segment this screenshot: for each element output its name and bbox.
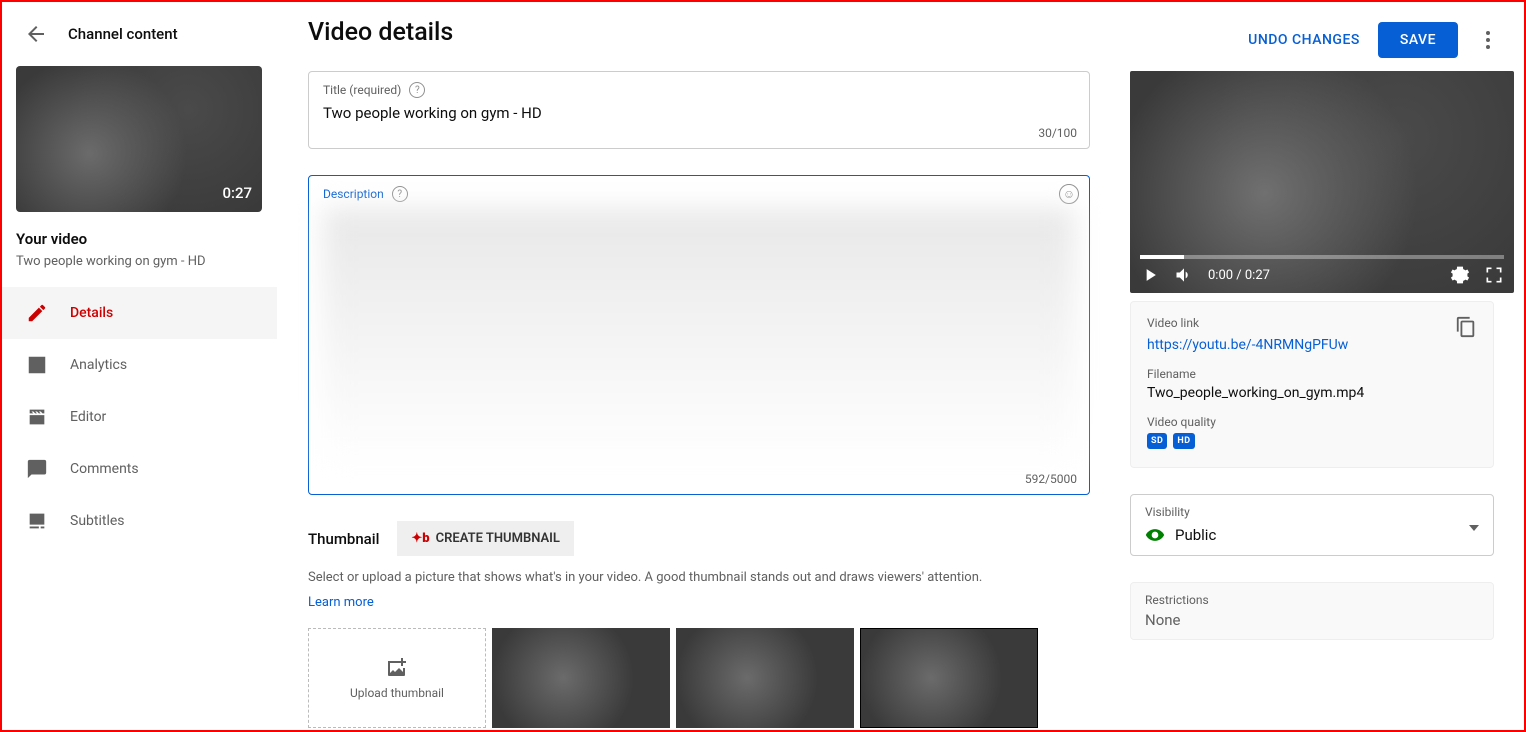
visibility-value: Public [1175, 526, 1216, 544]
settings-icon[interactable] [1450, 265, 1470, 285]
description-label: Description [323, 187, 384, 201]
restrictions-box: Restrictions None [1130, 582, 1494, 640]
right-panel: 0:00 / 0:27 Video link https://youtu.be/… [1130, 71, 1524, 728]
play-icon[interactable] [1140, 265, 1160, 285]
copy-icon[interactable] [1455, 316, 1477, 338]
thumbnail-duration: 0:27 [222, 184, 252, 202]
video-meta-block: Video link https://youtu.be/-4NRMNgPFUw … [1130, 301, 1494, 468]
title-field-box[interactable]: Title (required) ? 30/100 [308, 71, 1090, 149]
sidebar-item-analytics[interactable]: Analytics [2, 339, 277, 391]
main-content: Video details Title (required) ? 30/100 [278, 2, 1524, 730]
learn-more-link[interactable]: Learn more [308, 595, 374, 610]
video-thumbnail[interactable]: 0:27 [16, 66, 262, 212]
bar-chart-icon [26, 354, 48, 376]
upload-thumbnail-label: Upload thumbnail [350, 686, 444, 700]
chevron-down-icon [1469, 525, 1479, 531]
image-add-icon [385, 656, 409, 680]
sidebar-item-label: Analytics [70, 357, 127, 373]
fullscreen-icon[interactable] [1484, 265, 1504, 285]
channel-content-label[interactable]: Channel content [68, 25, 178, 43]
filename-label: Filename [1147, 367, 1477, 381]
description-textarea[interactable] [323, 208, 1075, 468]
thumbnail-option-3[interactable] [860, 628, 1038, 728]
sidebar-item-label: Comments [70, 461, 139, 477]
thumbnail-desc: Select or upload a picture that shows wh… [308, 570, 1090, 585]
your-video-heading: Your video [2, 212, 277, 254]
sidebar-item-comments[interactable]: Comments [2, 443, 277, 495]
video-link-label: Video link [1147, 316, 1348, 330]
pencil-icon [26, 302, 48, 324]
form-column: Title (required) ? 30/100 Description ? … [308, 71, 1090, 728]
filename-value: Two_people_working_on_gym.mp4 [1147, 385, 1477, 401]
title-char-count: 30/100 [1038, 126, 1077, 140]
back-arrow-icon[interactable] [24, 22, 48, 46]
description-char-count: 592/5000 [1025, 472, 1077, 486]
sidebar-item-label: Subtitles [70, 513, 125, 529]
tubebuddy-icon: ✦b [411, 531, 429, 546]
description-field-box[interactable]: Description ? ☺ 592/5000 [308, 175, 1090, 495]
volume-icon[interactable] [1174, 265, 1194, 285]
video-preview[interactable]: 0:00 / 0:27 [1130, 71, 1514, 293]
quality-label: Video quality [1147, 415, 1477, 429]
sidebar-item-label: Editor [70, 409, 106, 425]
sidebar-item-label: Details [70, 305, 113, 321]
clapperboard-icon [26, 406, 48, 428]
page-title: Video details [308, 18, 453, 47]
chat-icon [26, 458, 48, 480]
save-button[interactable]: SAVE [1378, 22, 1458, 58]
restrictions-value: None [1145, 611, 1479, 629]
eye-icon [1145, 525, 1165, 545]
title-label: Title (required) [323, 83, 401, 97]
create-thumbnail-label: CREATE THUMBNAIL [436, 531, 560, 546]
help-icon[interactable]: ? [409, 82, 425, 98]
video-link[interactable]: https://youtu.be/-4NRMNgPFUw [1147, 337, 1348, 353]
thumbnail-option-2[interactable] [676, 628, 854, 728]
emoji-icon[interactable]: ☺ [1059, 184, 1079, 204]
sidebar-item-editor[interactable]: Editor [2, 391, 277, 443]
quality-badge-sd: SD [1147, 433, 1167, 449]
help-icon[interactable]: ? [392, 186, 408, 202]
thumbnail-option-1[interactable] [492, 628, 670, 728]
quality-badge-hd: HD [1173, 433, 1194, 449]
thumbnail-heading: Thumbnail [308, 530, 379, 548]
playback-time: 0:00 / 0:27 [1208, 268, 1436, 283]
visibility-label: Visibility [1145, 505, 1479, 519]
sidebar-item-details[interactable]: Details [2, 287, 277, 339]
title-input[interactable] [323, 98, 1075, 140]
subtitles-icon [26, 510, 48, 532]
sidebar-item-subtitles[interactable]: Subtitles [2, 495, 277, 547]
more-menu-icon[interactable] [1476, 28, 1500, 52]
sidebar: Channel content 0:27 Your video Two peop… [2, 2, 278, 730]
upload-thumbnail-button[interactable]: Upload thumbnail [308, 628, 486, 728]
restrictions-label: Restrictions [1145, 593, 1479, 607]
visibility-dropdown[interactable]: Visibility Public [1130, 494, 1494, 556]
undo-changes-button[interactable]: UNDO CHANGES [1248, 32, 1360, 48]
create-thumbnail-button[interactable]: ✦b CREATE THUMBNAIL [397, 521, 574, 556]
your-video-title: Two people working on gym - HD [2, 254, 277, 287]
